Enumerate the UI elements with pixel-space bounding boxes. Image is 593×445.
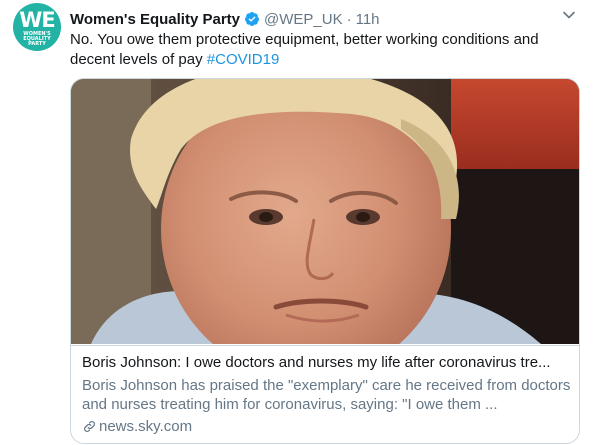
author-handle[interactable]: @WEP_UK: [264, 11, 343, 28]
verified-badge-icon: [245, 12, 260, 26]
card-body[interactable]: Boris Johnson: I owe doctors and nurses …: [71, 345, 579, 443]
card-domain[interactable]: news.sky.com: [82, 417, 192, 436]
card-domain-text[interactable]: news.sky.com: [99, 417, 192, 436]
link-preview-card[interactable]: Boris Johnson: I owe doctors and nurses …: [70, 78, 580, 444]
tweet-timestamp[interactable]: 11h: [356, 11, 380, 28]
tweet-header: Women's Equality Party @WEP_UK · 11h: [70, 9, 380, 29]
card-description: Boris Johnson has praised the "exemplary…: [82, 377, 571, 413]
card-title[interactable]: Boris Johnson: I owe doctors and nurses …: [82, 353, 572, 373]
chevron-down-icon[interactable]: [562, 8, 576, 22]
avatar[interactable]: WE WOMEN'S EQUALITY PARTY: [13, 3, 61, 51]
hashtag-link[interactable]: #COVID19: [207, 51, 280, 68]
tweet-text: No. You owe them protective equipment, b…: [70, 30, 580, 70]
tweet-text-body: No. You owe them protective equipment, b…: [70, 31, 539, 68]
separator-dot: ·: [346, 10, 352, 28]
author-name[interactable]: Women's Equality Party: [70, 11, 240, 28]
avatar-logo-subtext: WOMEN'S EQUALITY PARTY: [23, 31, 51, 47]
link-icon: [84, 421, 95, 432]
card-photo: [71, 79, 579, 344]
card-image[interactable]: [71, 79, 579, 344]
avatar-logo-text: WE: [19, 8, 56, 32]
